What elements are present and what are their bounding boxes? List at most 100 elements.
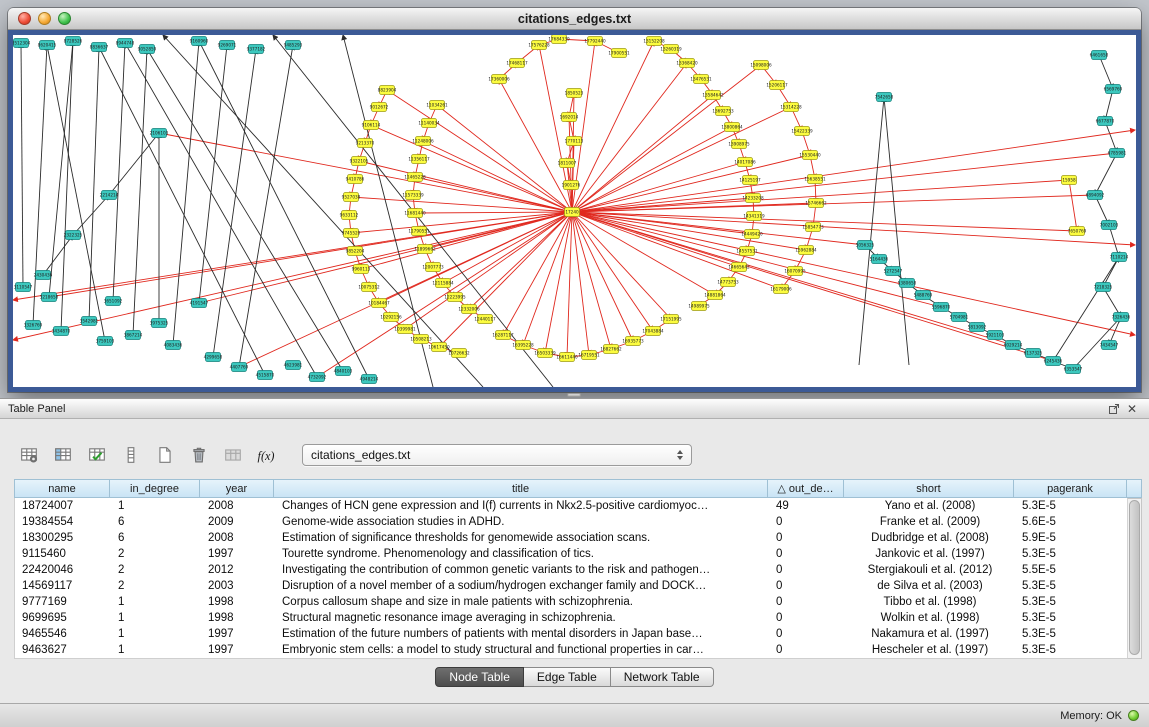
table-cell[interactable]: 18724007 [15,500,111,512]
table-cell[interactable]: 0 [769,580,845,592]
table-cell[interactable]: 9115460 [15,548,111,560]
column-header-year[interactable]: year [200,479,274,498]
table-row[interactable]: 946554611997Estimation of the future num… [15,626,1127,642]
memory-status-icon[interactable] [1128,710,1139,721]
table-cell[interactable]: 1997 [201,628,275,640]
table-cell[interactable]: 2008 [201,532,275,544]
edit-table-icon[interactable] [84,443,110,467]
tab-network-table[interactable]: Network Table [611,667,714,687]
table-cell[interactable]: 1997 [201,548,275,560]
tab-edge-table[interactable]: Edge Table [524,667,611,687]
table-row[interactable]: 1872400712008Changes of HCN gene express… [15,498,1127,514]
table-cell[interactable]: 0 [769,548,845,560]
table-cell[interactable]: 5.3E-5 [1015,644,1128,656]
table-cell[interactable]: 18300295 [15,532,111,544]
table-cell[interactable]: Wolkin et al. (1998) [845,612,1015,624]
new-file-icon[interactable] [152,443,178,467]
panel-splitter[interactable] [567,393,581,397]
zoom-window-button[interactable] [58,12,71,25]
column-header-out-de[interactable]: △ out_de… [768,479,844,498]
table-cell[interactable]: Corpus callosum shape and size in male p… [275,596,769,608]
column-header-name[interactable]: name [14,479,110,498]
table-cell[interactable]: 9777169 [15,596,111,608]
table-cell[interactable]: 9699695 [15,612,111,624]
network-graph[interactable]: 1850523169201417701131811007190127688239… [13,35,1136,387]
table-cell[interactable]: Structural magnetic resonance image aver… [275,612,769,624]
table-cell[interactable]: Hescheler et al. (1997) [845,644,1015,656]
table-cell[interactable]: 5.3E-5 [1015,628,1128,640]
table-cell[interactable]: 2 [111,580,201,592]
table-cell[interactable]: Estimation of the future numbers of pati… [275,628,769,640]
table-row[interactable]: 2242004622012Investigating the contribut… [15,562,1127,578]
show-columns-icon[interactable] [50,443,76,467]
network-canvas[interactable]: 1850523169201417701131811007190127688239… [13,35,1136,387]
table-cell[interactable]: 22420046 [15,564,111,576]
table-cell[interactable]: Investigating the contribution of common… [275,564,769,576]
table-cell[interactable]: 2009 [201,516,275,528]
table-cell[interactable]: 19384554 [15,516,111,528]
table-cell[interactable]: 14569117 [15,580,111,592]
column-header-pagerank[interactable]: pagerank [1014,479,1127,498]
table-cell[interactable]: Tourette syndrome. Phenomenology and cla… [275,548,769,560]
table-cell[interactable]: Genome-wide association studies in ADHD. [275,516,769,528]
table-cell[interactable]: 1 [111,500,201,512]
scrollbar-thumb[interactable] [1129,500,1140,655]
table-scrollbar[interactable] [1127,498,1142,659]
table-cell[interactable]: Changes of HCN gene expression and I(f) … [275,500,769,512]
delete-icon[interactable] [186,443,212,467]
column-header-in-degree[interactable]: in_degree [110,479,200,498]
table-cell[interactable]: Estimation of significance thresholds fo… [275,532,769,544]
table-cell[interactable]: 1 [111,644,201,656]
table-cell[interactable]: 5.3E-5 [1015,548,1128,560]
table-row[interactable]: 969969511998Structural magnetic resonanc… [15,610,1127,626]
table-cell[interactable]: 1 [111,596,201,608]
table-options-icon[interactable] [16,443,42,467]
float-panel-icon[interactable] [1105,401,1123,417]
close-window-button[interactable] [18,12,31,25]
table-cell[interactable]: 9463627 [15,644,111,656]
table-cell[interactable]: 2 [111,548,201,560]
table-cell[interactable]: 2008 [201,500,275,512]
table-cell[interactable]: 5.3E-5 [1015,500,1128,512]
table-cell[interactable]: Disruption of a novel member of a sodium… [275,580,769,592]
table-cell[interactable]: 5.3E-5 [1015,596,1128,608]
table-cell[interactable]: 2003 [201,580,275,592]
table-row[interactable]: 1938455462009Genome-wide association stu… [15,514,1127,530]
table-cell[interactable]: 6 [111,532,201,544]
table-row[interactable]: 977716911998Corpus callosum shape and si… [15,594,1127,610]
table-cell[interactable]: 2 [111,564,201,576]
table-cell[interactable]: 1 [111,612,201,624]
table-cell[interactable]: 1997 [201,644,275,656]
column-header-short[interactable]: short [844,479,1014,498]
table-cell[interactable]: 0 [769,532,845,544]
table-cell[interactable]: Yano et al. (2008) [845,500,1015,512]
table-cell[interactable]: 0 [769,628,845,640]
table-cell[interactable]: Embryonic stem cells: a model to study s… [275,644,769,656]
table-cell[interactable]: 5.3E-5 [1015,612,1128,624]
table-row[interactable]: 911546021997Tourette syndrome. Phenomeno… [15,546,1127,562]
table-cell[interactable]: 5.6E-5 [1015,516,1128,528]
function-builder-icon[interactable]: f(x) [254,443,280,467]
table-cell[interactable]: Dudbridge et al. (2008) [845,532,1015,544]
table-cell[interactable]: 9465546 [15,628,111,640]
table-cell[interactable]: 2012 [201,564,275,576]
row-tools-icon[interactable] [118,443,144,467]
column-header-title[interactable]: title [274,479,768,498]
table-cell[interactable]: 49 [769,500,845,512]
table-selector-dropdown[interactable]: citations_edges.txt [302,444,692,466]
table-row[interactable]: 1456911722003Disruption of a novel membe… [15,578,1127,594]
minimize-window-button[interactable] [38,12,51,25]
table-row[interactable]: 946362711997Embryonic stem cells: a mode… [15,642,1127,658]
table-cell[interactable]: 0 [769,564,845,576]
table-cell[interactable]: 1998 [201,596,275,608]
window-titlebar[interactable]: citations_edges.txt [8,8,1141,30]
table-cell[interactable]: Nakamura et al. (1997) [845,628,1015,640]
table-cell[interactable]: Franke et al. (2009) [845,516,1015,528]
table-row[interactable]: 1830029562008Estimation of significance … [15,530,1127,546]
table-cell[interactable]: 5.3E-5 [1015,580,1128,592]
table-cell[interactable]: 0 [769,596,845,608]
table-cell[interactable]: 1 [111,628,201,640]
table-cell[interactable]: 0 [769,516,845,528]
table-cell[interactable]: Stergiakouli et al. (2012) [845,564,1015,576]
table-cell[interactable]: Jankovic et al. (1997) [845,548,1015,560]
